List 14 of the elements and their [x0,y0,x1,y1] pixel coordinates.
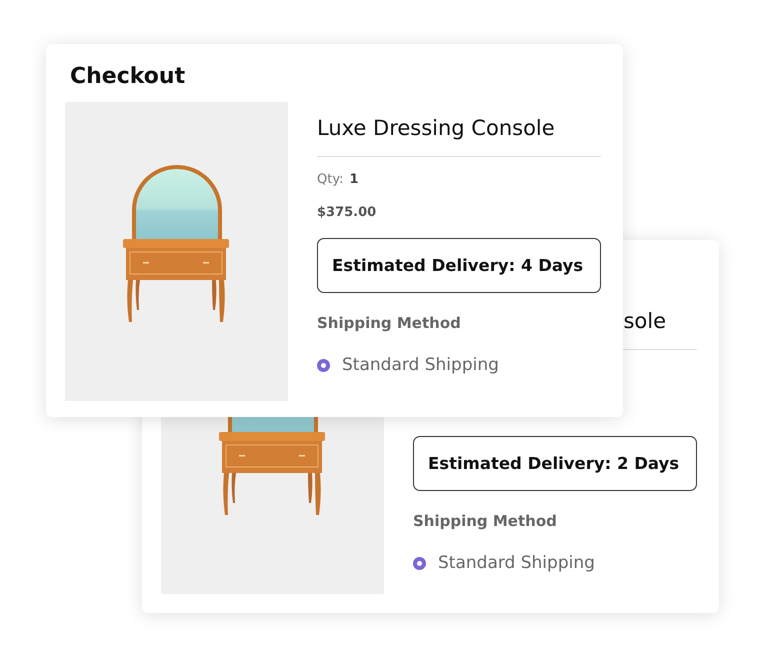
price: $375.00 [317,204,378,222]
delivery-estimate: Estimated Delivery: 4 Days [317,238,601,293]
shipping-option-label[interactable]: Standard Shipping [438,553,595,573]
product-name: sole [623,308,666,335]
quantity-label: Qty: [317,171,344,189]
product-name: Luxe Dressing Console [317,115,555,142]
card-title: Checkout [70,63,186,90]
shipping-method-heading: Shipping Method [317,313,462,333]
shipping-method-heading: Shipping Method [413,511,558,531]
shipping-option-label[interactable]: Standard Shipping [342,355,499,375]
delivery-estimate: Estimated Delivery: 2 Days [413,436,697,491]
radio-button[interactable] [413,556,426,570]
quantity-value: 1 [349,171,359,189]
radio-button[interactable] [317,358,330,372]
